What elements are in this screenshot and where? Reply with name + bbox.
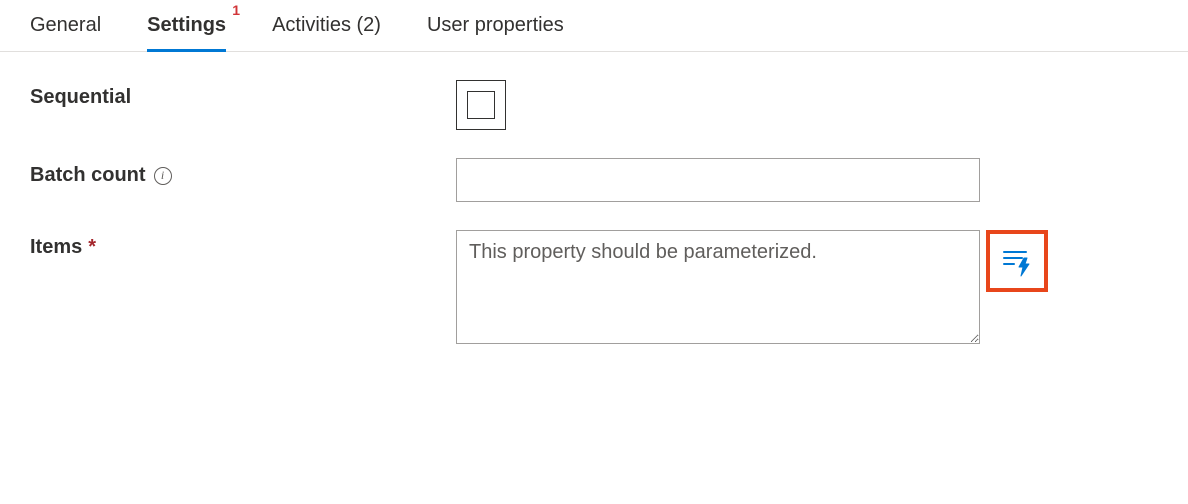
tab-settings[interactable]: Settings 1 [147, 0, 226, 51]
tab-activities[interactable]: Activities (2) [272, 0, 381, 51]
batch-count-input[interactable] [456, 158, 980, 202]
tab-user-properties[interactable]: User properties [427, 0, 564, 51]
checkbox-icon [467, 91, 495, 119]
row-batch-count: Batch count i [30, 158, 1158, 202]
tab-general[interactable]: General [30, 0, 101, 51]
tab-settings-label: Settings [147, 14, 226, 36]
required-asterisk: * [88, 236, 96, 259]
label-sequential: Sequential [30, 80, 456, 109]
info-icon[interactable]: i [154, 167, 172, 185]
add-dynamic-content-button[interactable] [986, 230, 1048, 292]
row-sequential: Sequential [30, 80, 1158, 130]
settings-form: Sequential Batch count i Items * [0, 52, 1188, 400]
label-batch-count: Batch count [30, 164, 146, 187]
tab-bar: General Settings 1 Activities (2) User p… [0, 0, 1188, 52]
items-textarea[interactable] [456, 230, 980, 344]
row-items: Items * [30, 230, 1158, 344]
sequential-checkbox[interactable] [456, 80, 506, 130]
tab-settings-badge: 1 [232, 2, 240, 18]
dynamic-content-icon [1000, 244, 1034, 278]
label-items: Items [30, 236, 82, 259]
